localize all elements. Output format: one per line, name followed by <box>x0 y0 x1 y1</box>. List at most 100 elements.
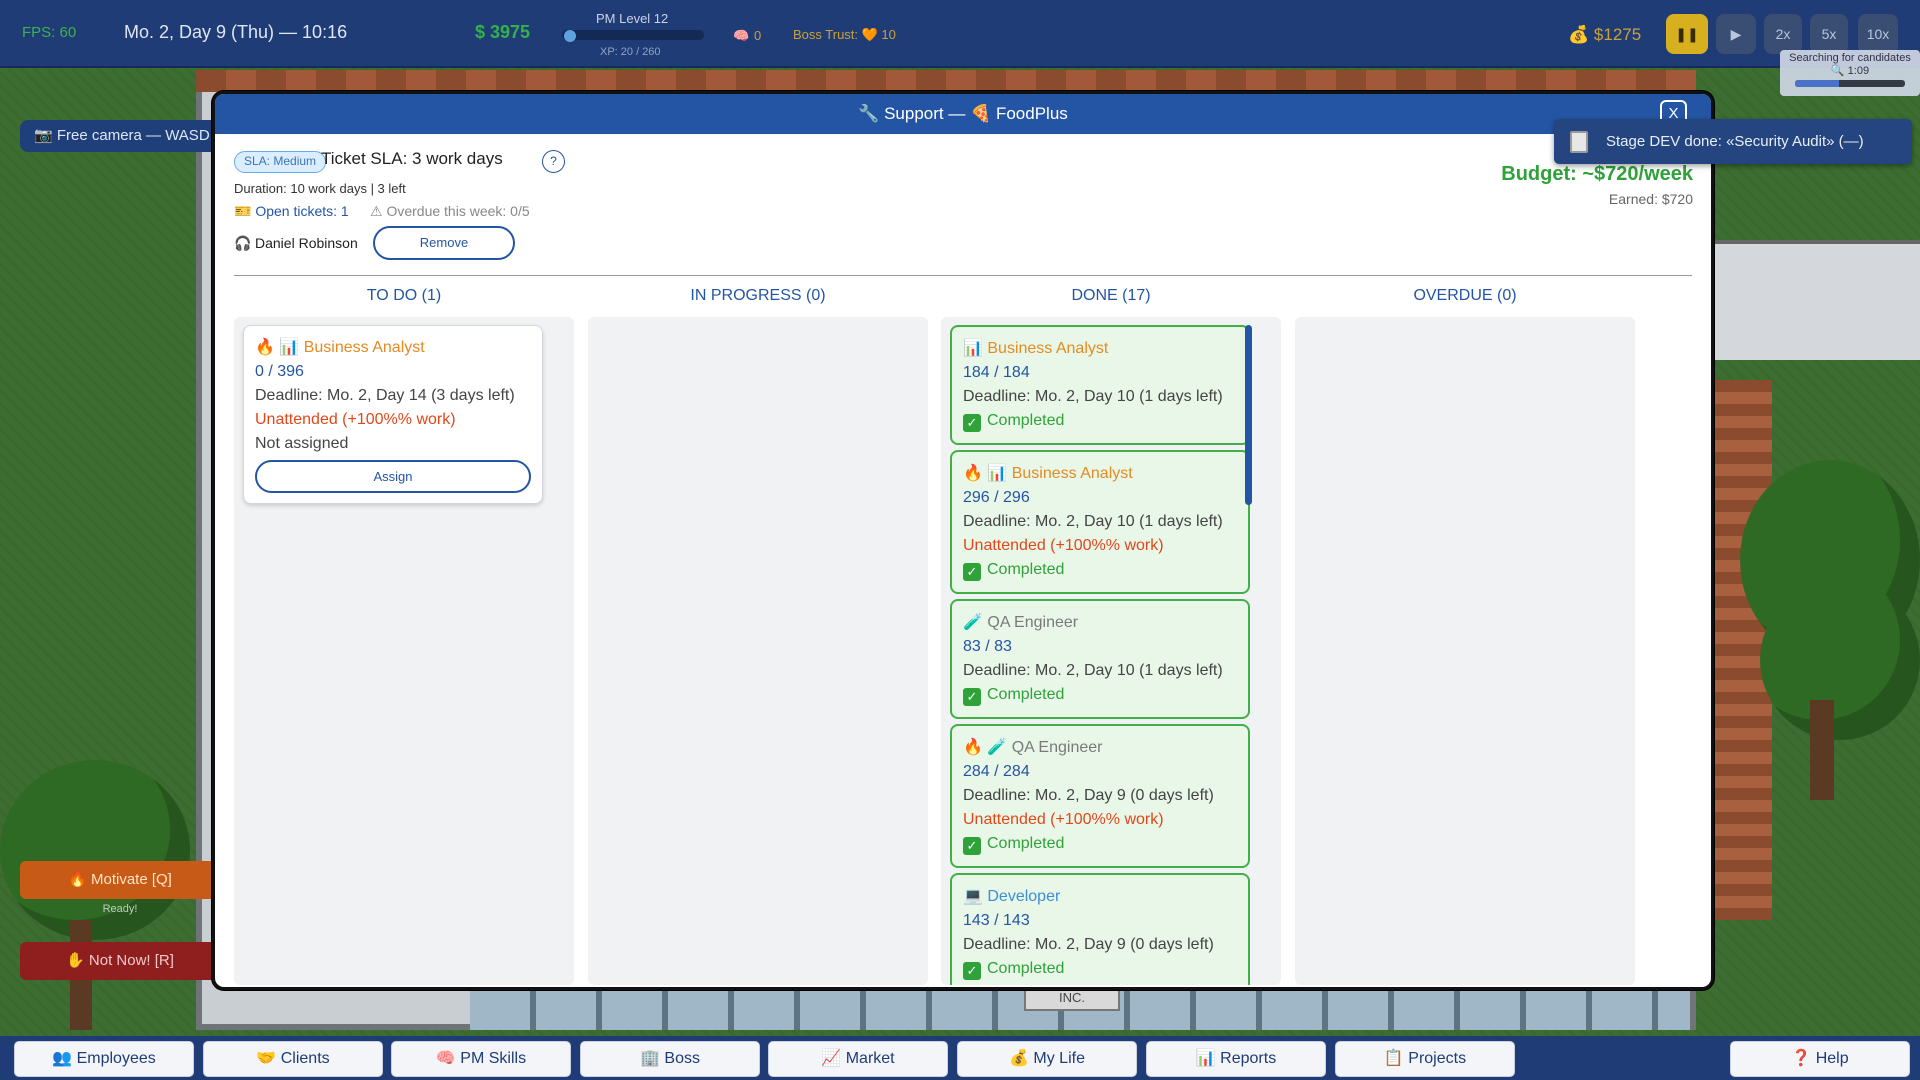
overdue-this-week: ⚠ Overdue this week: 0/5 <box>370 203 530 219</box>
nav-help[interactable]: ❓ Help <box>1730 1041 1910 1077</box>
column-title-in-progress: IN PROGRESS (0) <box>690 287 826 304</box>
ticket-card[interactable]: 🔥 🧪 QA Engineer 284 / 284 Deadline: Mo. … <box>950 724 1250 868</box>
ticket-status: ✓ Completed <box>963 957 1237 981</box>
assign-button[interactable]: Assign <box>255 460 531 493</box>
brick-wall <box>196 70 1696 92</box>
duration-info: Duration: 10 work days | 3 left <box>234 181 406 196</box>
column-in-progress <box>588 317 928 985</box>
personal-cash-value: $1275 <box>1593 25 1642 44</box>
search-progress-fill <box>1795 80 1839 87</box>
ticket-card[interactable]: 🔥 📊 Business Analyst 296 / 296 Deadline:… <box>950 450 1250 594</box>
search-progress-bar <box>1795 80 1905 87</box>
earned-label: Earned: $720 <box>1608 191 1693 207</box>
check-icon: ✓ <box>963 563 981 581</box>
speed-10x-button[interactable]: 10x <box>1858 14 1898 54</box>
help-icon[interactable]: ? <box>542 150 565 173</box>
ticket-deadline: Deadline: Mo. 2, Day 10 (1 days left) <box>963 513 1223 530</box>
xp-text: XP: 20 / 260 <box>600 46 661 58</box>
column-todo: 🔥 📊 Business Analyst 0 / 396 Deadline: M… <box>234 317 574 985</box>
brain-icon: 🧠 <box>733 28 750 43</box>
ticket-status-label: Completed <box>987 412 1065 429</box>
ticket-status: ✓ Completed <box>963 683 1237 707</box>
column-title-done: DONE (17) <box>1071 287 1151 304</box>
office-wall <box>1712 240 1920 360</box>
ticket-role: 🔥 🧪 QA Engineer <box>963 739 1103 756</box>
ticket-progress: 296 / 296 <box>963 489 1030 506</box>
support-agent-name: Daniel Robinson <box>255 235 358 251</box>
sla-title: Ticket SLA: 3 work days <box>321 149 503 168</box>
ticket-deadline: Deadline: Mo. 2, Day 10 (1 days left) <box>963 388 1223 405</box>
divider <box>234 275 1692 276</box>
bottom-nav: 👥 Employees 🤝 Clients 🧠 PM Skills 🏢 Boss… <box>0 1036 1920 1080</box>
pm-level: PM Level 12 <box>596 11 669 26</box>
fps-counter: FPS: 60 <box>22 24 77 41</box>
ticket-status-label: Completed <box>987 561 1065 578</box>
open-tickets: 🎫 Open tickets: 1 <box>234 203 349 219</box>
ticket-card[interactable]: 💻 Developer 143 / 143 Deadline: Mo. 2, D… <box>950 873 1250 985</box>
ticket-status: Not assigned <box>255 435 349 452</box>
play-button[interactable]: ▶ <box>1716 14 1756 54</box>
ticket-deadline: Deadline: Mo. 2, Day 9 (0 days left) <box>963 787 1214 804</box>
modal-header: 🔧 Support — 🍕 FoodPlus X <box>215 94 1711 134</box>
tree <box>1760 580 1920 740</box>
ticket-role: 🧪 QA Engineer <box>963 614 1079 631</box>
personal-cash: 💰 $1275 <box>1568 25 1641 45</box>
ticket-warning: Unattended (+100%% work) <box>963 537 1164 554</box>
check-icon: ✓ <box>963 837 981 855</box>
ticket-card[interactable]: 🧪 QA Engineer 83 / 83 Deadline: Mo. 2, D… <box>950 599 1250 719</box>
sla-badge: SLA: Medium <box>234 151 327 173</box>
clipboard-icon <box>1570 131 1588 153</box>
ticket-deadline: Deadline: Mo. 2, Day 9 (0 days left) <box>963 936 1214 953</box>
remove-agent-button[interactable]: Remove <box>373 226 515 260</box>
ticket-status: ✓ Completed <box>963 832 1237 856</box>
ticket-progress: 0 / 396 <box>255 363 304 380</box>
ticket-role: 💻 Developer <box>963 888 1061 905</box>
nav-my-life[interactable]: 💰 My Life <box>957 1041 1137 1077</box>
ticket-role: 🔥 📊 Business Analyst <box>963 465 1133 482</box>
ticket-status: ✓ Completed <box>963 409 1237 433</box>
nav-market[interactable]: 📈 Market <box>768 1041 948 1077</box>
nav-pm-skills[interactable]: 🧠 PM Skills <box>391 1041 571 1077</box>
modal-title: 🔧 Support — 🍕 FoodPlus <box>858 104 1068 123</box>
check-icon: ✓ <box>963 962 981 980</box>
ticket-deadline: Deadline: Mo. 2, Day 10 (1 days left) <box>963 662 1223 679</box>
nav-boss[interactable]: 🏢 Boss <box>580 1041 760 1077</box>
done-scrollbar-thumb[interactable] <box>1245 325 1252 505</box>
search-label: Searching for candidates <box>1789 52 1911 64</box>
ticket-progress: 284 / 284 <box>963 763 1030 780</box>
ticket-role: 🔥 📊 Business Analyst <box>255 339 425 356</box>
nav-projects[interactable]: 📋 Projects <box>1335 1041 1515 1077</box>
money-bag-icon: 💰 <box>1568 25 1590 44</box>
check-icon: ✓ <box>963 414 981 432</box>
column-title-todo: TO DO (1) <box>366 287 442 304</box>
ticket-progress: 83 / 83 <box>963 638 1012 655</box>
nav-reports[interactable]: 📊 Reports <box>1146 1041 1326 1077</box>
ticket-status-label: Completed <box>987 686 1065 703</box>
ticket-card[interactable]: 🔥 📊 Business Analyst 0 / 396 Deadline: M… <box>243 325 543 504</box>
top-hud: FPS: 60 Mo. 2, Day 9 (Thu) — 10:16 $ 397… <box>0 0 1920 68</box>
ticket-progress: 143 / 143 <box>963 912 1030 929</box>
notification-toast[interactable]: Stage DEV done: «Security Audit» (—) <box>1554 119 1912 164</box>
nav-clients[interactable]: 🤝 Clients <box>203 1041 383 1077</box>
column-title-overdue: OVERDUE (0) <box>1413 287 1517 304</box>
speed-2x-button[interactable]: 2x <box>1764 14 1802 54</box>
check-icon: ✓ <box>963 688 981 706</box>
ticket-status-label: Completed <box>987 835 1065 852</box>
pause-button[interactable]: ❚❚ <box>1666 14 1708 54</box>
budget-label: Budget: ~$720/week <box>1501 163 1693 185</box>
motivate-button[interactable]: 🔥 Motivate [Q] <box>20 861 220 899</box>
column-done[interactable]: 📊 Business Analyst 184 / 184 Deadline: M… <box>941 317 1281 985</box>
tree-trunk <box>1810 700 1834 800</box>
free-camera-hint[interactable]: 📷 Free camera — WASD <box>20 120 220 152</box>
headset-icon: 🎧 <box>234 235 252 251</box>
ticket-warning: Unattended (+100%% work) <box>255 411 456 428</box>
nav-employees[interactable]: 👥 Employees <box>14 1041 194 1077</box>
speed-5x-button[interactable]: 5x <box>1810 14 1848 54</box>
not-now-button[interactable]: ✋ Not Now! [R] <box>20 942 220 980</box>
done-scrollbar[interactable] <box>1245 325 1252 981</box>
brain-value: 0 <box>754 28 762 43</box>
ticket-progress: 184 / 184 <box>963 364 1030 381</box>
ticket-status-label: Completed <box>987 960 1065 977</box>
ticket-card[interactable]: 📊 Business Analyst 184 / 184 Deadline: M… <box>950 325 1250 445</box>
ticket-warning: Unattended (+100%% work) <box>963 811 1164 828</box>
